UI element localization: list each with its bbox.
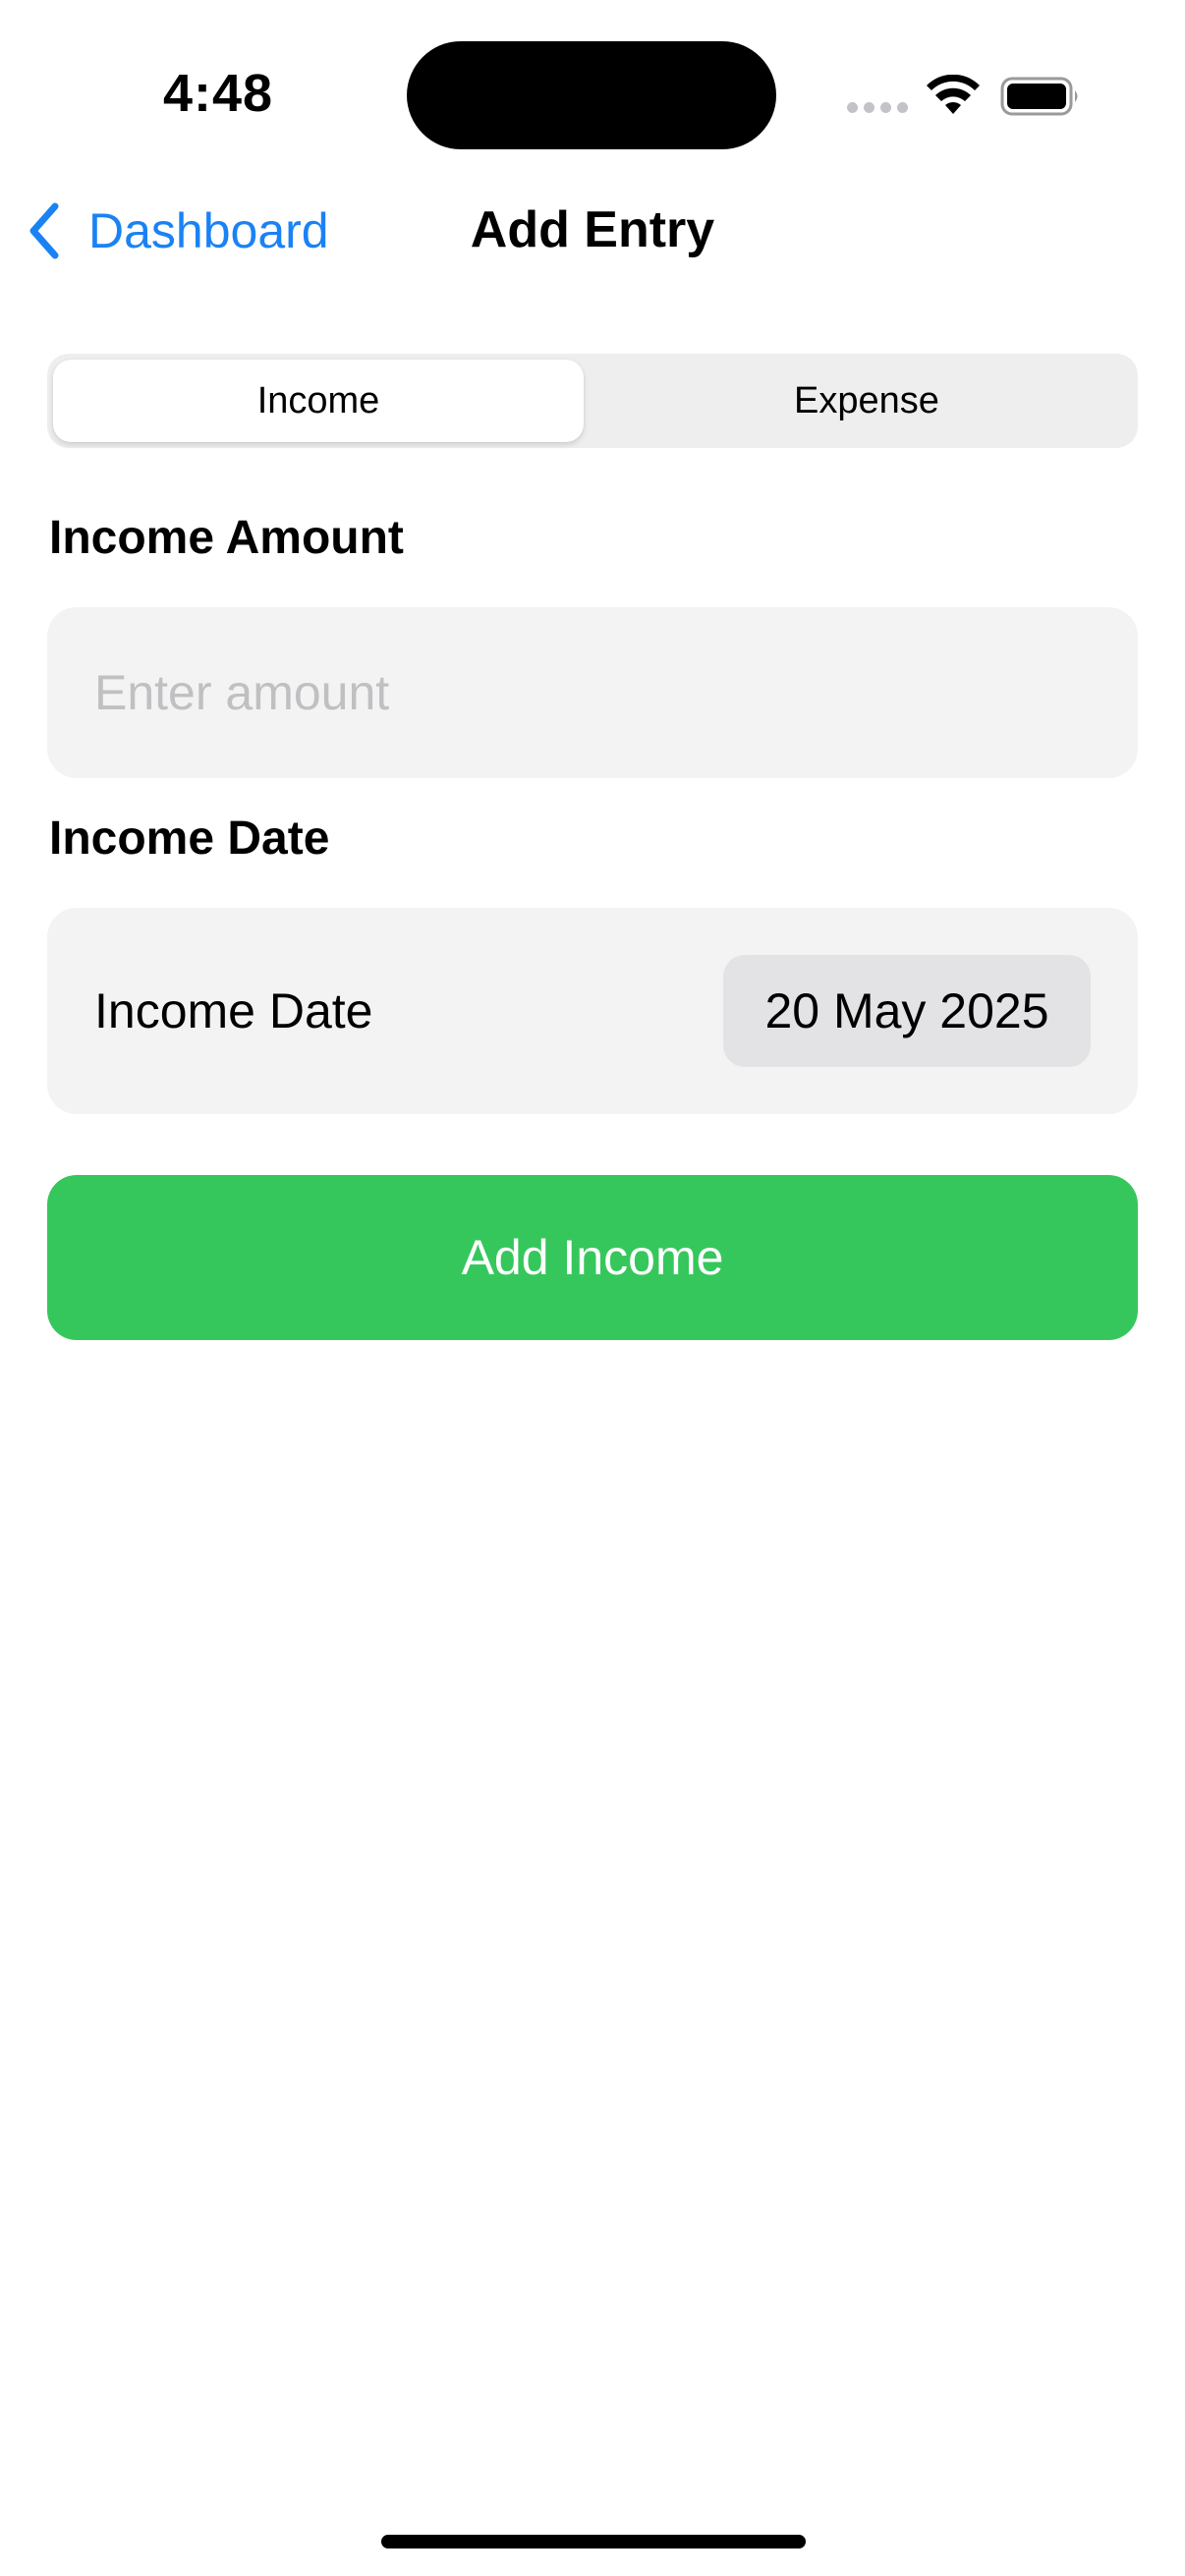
dynamic-island: [407, 41, 776, 149]
date-row-label: Income Date: [94, 983, 373, 1038]
amount-section-label: Income Amount: [49, 512, 404, 564]
back-button[interactable]: Dashboard: [26, 196, 329, 265]
segment-income[interactable]: Income: [53, 360, 584, 442]
cellular-signal-icon: [847, 102, 908, 116]
add-income-button[interactable]: Add Income: [47, 1175, 1138, 1340]
chevron-left-icon: [29, 202, 59, 259]
status-time: 4:48: [163, 64, 274, 123]
wifi-icon: [927, 75, 980, 114]
segment-expense[interactable]: Expense: [601, 360, 1132, 442]
battery-icon: [1000, 77, 1078, 116]
date-picker-button[interactable]: 20 May 2025: [723, 955, 1091, 1067]
home-indicator: [381, 2535, 806, 2548]
back-button-label: Dashboard: [88, 203, 329, 258]
date-section-label: Income Date: [49, 812, 330, 865]
entry-type-segmented-control: Income Expense: [47, 354, 1138, 448]
date-row: Income Date 20 May 2025: [47, 908, 1138, 1114]
amount-input[interactable]: [47, 607, 1138, 778]
